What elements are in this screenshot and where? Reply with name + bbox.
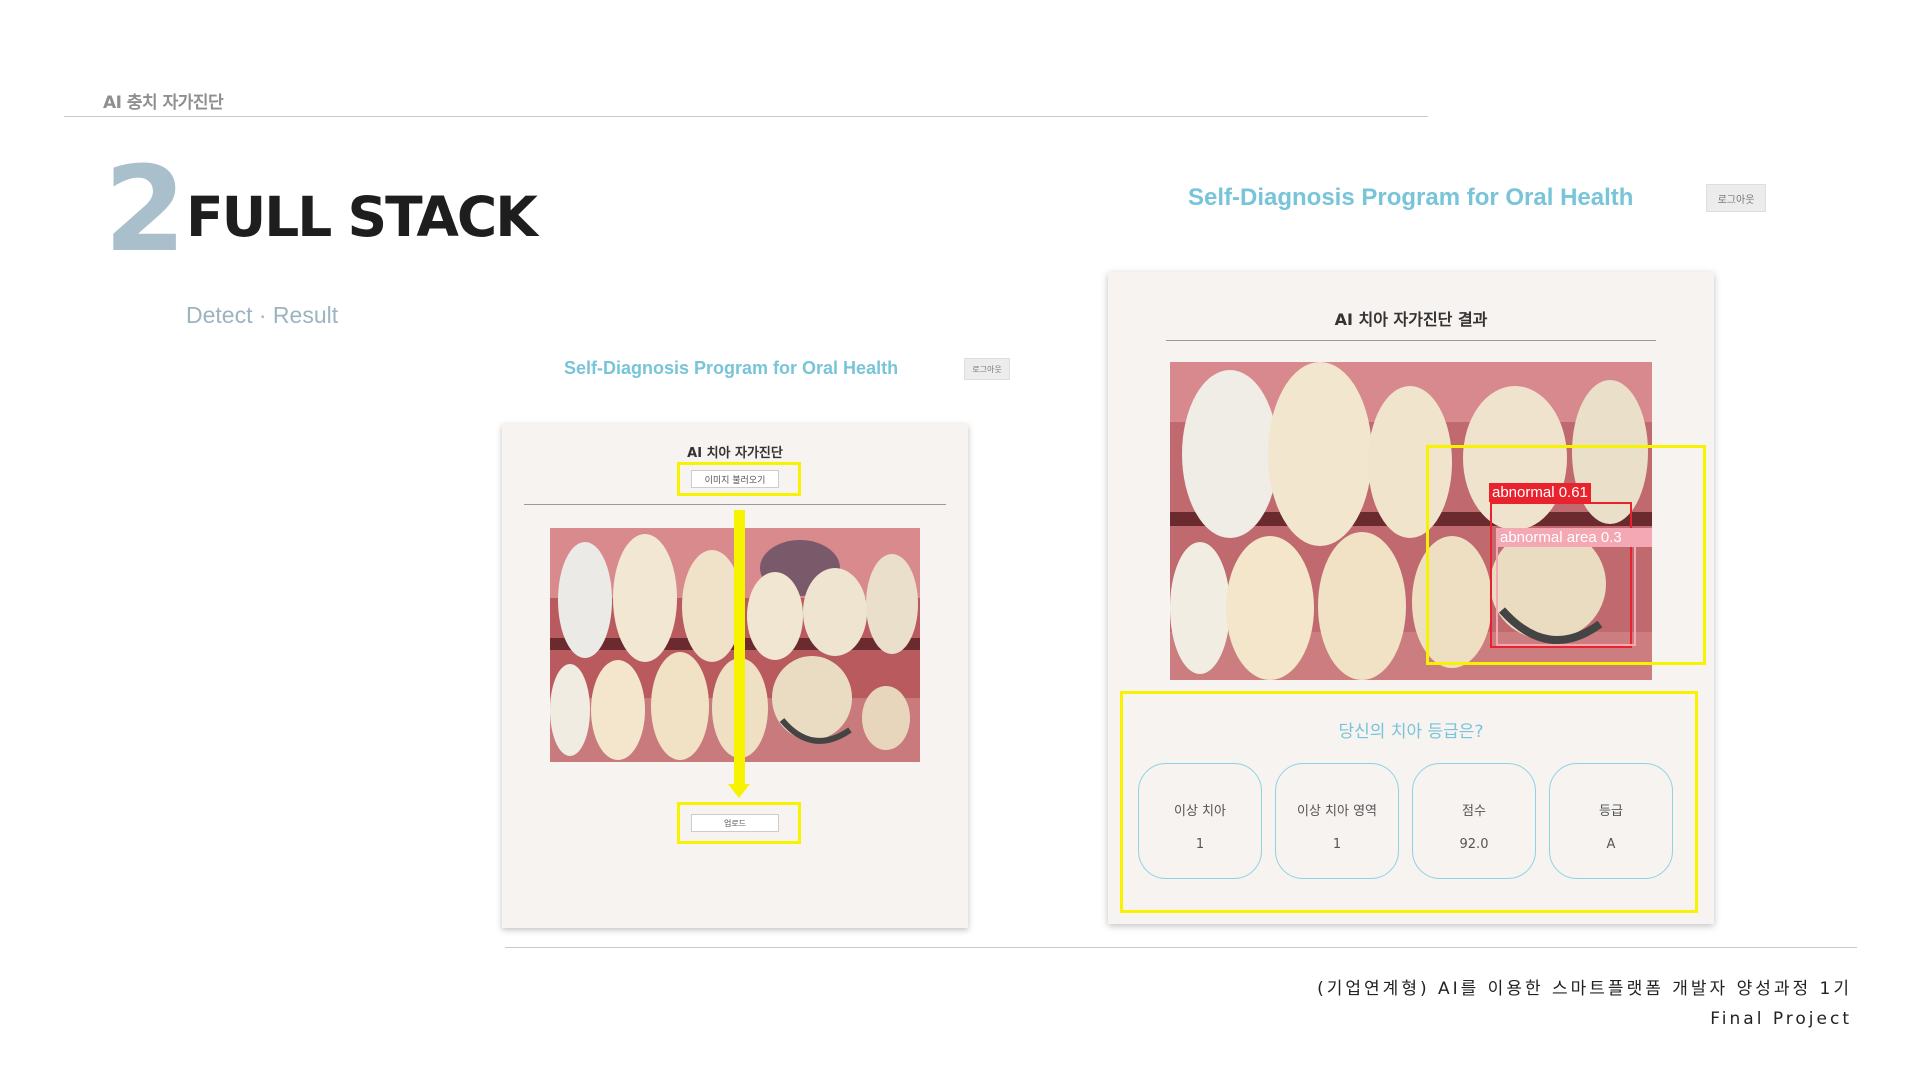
stat-value: 1 — [1332, 837, 1342, 852]
section-title: FULL STACK — [186, 185, 538, 249]
highlight-detection-region — [1426, 445, 1706, 665]
grade-question: 당신의 치아 등급은? — [1338, 722, 1484, 742]
highlight-load-button — [677, 462, 801, 496]
stat-grade: 등급 A — [1549, 763, 1673, 879]
left-card-title: AI 치아 자가진단 — [687, 446, 783, 461]
section-subtitle: Detect · Result — [186, 302, 339, 328]
right-logout-button[interactable]: 로그아웃 — [1706, 184, 1766, 212]
flow-arrow-shaft — [734, 510, 745, 786]
section-number: 2 — [104, 140, 186, 278]
stat-score: 점수 92.0 — [1412, 763, 1536, 879]
left-logout-button[interactable]: 로그아웃 — [964, 358, 1010, 380]
result-card-title: AI 치아 자가진단 결과 — [1334, 310, 1488, 329]
slide-header-title: AI 충치 자가진단 — [103, 93, 224, 113]
footer-divider — [505, 947, 1857, 948]
stat-value: 92.0 — [1459, 837, 1489, 852]
stat-label: 이상 치아 영역 — [1296, 804, 1378, 819]
footer-course-name: (기업연계형) AI를 이용한 스마트플랫폼 개발자 양성과정 1기 — [1317, 979, 1852, 999]
highlight-upload-button — [677, 802, 801, 844]
left-app-title: Self-Diagnosis Program for Oral Health — [564, 358, 899, 378]
result-card-divider — [1166, 340, 1656, 341]
stat-label: 등급 — [1599, 804, 1623, 819]
right-app-title: Self-Diagnosis Program for Oral Health — [1188, 184, 1634, 211]
stat-abnormal-area: 이상 치아 영역 1 — [1275, 763, 1399, 879]
stat-label: 이상 치아 — [1174, 804, 1226, 819]
stat-value: 1 — [1195, 837, 1205, 852]
footer-project-name: Final Project — [1710, 1009, 1852, 1029]
stat-label: 점수 — [1462, 804, 1486, 819]
stat-abnormal-teeth: 이상 치아 1 — [1138, 763, 1262, 879]
header-divider — [64, 116, 1428, 117]
left-card-divider — [524, 504, 946, 505]
result-card: AI 치아 자가진단 결과 abnormal 0.61 abnormal are… — [1108, 272, 1714, 924]
left-upload-card: AI 치아 자가진단 이미지 불러오기 업로드 — [502, 424, 968, 928]
stat-value: A — [1606, 837, 1616, 852]
flow-arrow-icon — [728, 784, 750, 798]
